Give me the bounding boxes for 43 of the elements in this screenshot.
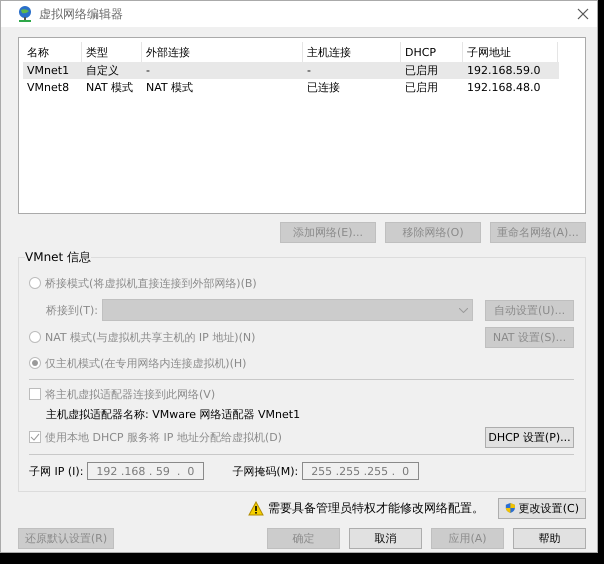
subnet-mask-field[interactable]: 255 .255 .255 . 0 [302,462,420,480]
table-cell-text: VMnet8 [26,80,70,96]
change-settings-button[interactable]: 更改设置(C) [498,498,586,518]
bridge-to-label: 桥接到(T): [46,302,98,318]
radio-button[interactable] [29,277,41,289]
subnet-mask-label: 子网掩码(M): [232,464,298,478]
table-cell-text: 已启用 [404,80,439,96]
table-cell-text: 192.168.48.0 [466,80,542,96]
bridge-to-dropdown[interactable] [102,299,473,321]
radio-label: 桥接模式(将虚拟机直接连接到外部网络)(B) [45,276,257,290]
radio-label: NAT 模式(与虚拟机共享主机的 IP 地址)(N) [45,330,256,344]
group-title: VMnet 信息 [25,249,92,266]
checkbox[interactable] [29,431,41,443]
close-icon[interactable] [577,8,589,20]
table-cell-text: VMnet1 [26,63,70,79]
adapter-name-text: 主机虚拟适配器名称: VMware 网络适配器 VMnet1 [46,406,300,422]
table-cell-text: 已连接 [306,80,341,96]
table-cell-text: NAT 模式 [85,80,134,96]
table-cell-text: 192.168.59.0 [466,63,542,79]
subnet-ip-label: 子网 IP (I): [29,464,84,478]
warning-icon [248,500,264,516]
table-cell-text: 已启用 [404,63,439,79]
radio-button[interactable] [29,357,41,369]
checkbox-label: 使用本地 DHCP 服务将 IP 地址分配给虚拟机(D) [45,430,282,444]
table-row[interactable]: VMnet8 NAT 模式 NAT 模式 已连接 已启用 192.168.48.0 [23,79,559,96]
dialog-button[interactable]: 取消 [349,528,422,548]
table-row[interactable]: VMnet1 自定义 - - 已启用 192.168.59.0 [23,62,559,79]
radio-button[interactable] [29,331,41,343]
network-globe-icon [17,5,33,23]
window-title: 虚拟网络编辑器 [39,6,124,22]
dhcp-settings-button[interactable]: DHCP 设置(P)... [485,426,574,448]
admin-notice: 需要具备管理员特权才能修改网络配置。 [268,500,484,516]
shield-icon [505,501,516,515]
dialog-button[interactable]: 帮助 [513,528,586,548]
chevron-down-icon [459,308,468,312]
checkbox[interactable] [29,388,41,400]
radio-label: 仅主机模式(在专用网络内连接虚拟机)(H) [45,356,246,370]
table-cell-text: 自定义 [85,63,120,79]
table-cell-text: NAT 模式 [145,80,194,96]
subnet-ip-field[interactable]: 192 .168 . 59 . 0 [87,462,204,480]
checkbox-label: 将主机虚拟适配器连接到此网络(V) [45,386,216,402]
table-cell-text: - [145,63,151,79]
table-cell-text: - [306,63,312,79]
